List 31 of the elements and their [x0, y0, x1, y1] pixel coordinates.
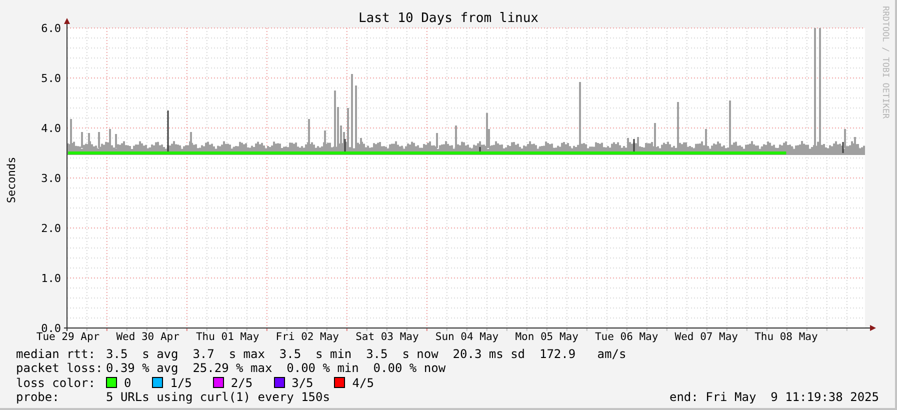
- axis-tick-label: Thu 08 May: [754, 331, 818, 343]
- legend-text: 4/5: [352, 376, 374, 390]
- legend-text: 2/5: [230, 376, 253, 390]
- axis-tick-label: Fri 02 May: [276, 331, 339, 343]
- legend-label: median rtt:: [16, 347, 96, 362]
- axis-tick-label: 2.0: [41, 222, 61, 235]
- axis-tick-label: Wed 30 Apr: [116, 331, 180, 343]
- chart-title: Last 10 Days from linux: [358, 11, 538, 26]
- axis-tick-label: 1.0: [41, 272, 61, 285]
- axis-title: Seconds: [5, 156, 18, 204]
- axis-tick-label: 5.0: [41, 72, 61, 85]
- end-time: end: Fri May 9 11:19:38 2025: [669, 390, 879, 404]
- legend-text: 3/5: [292, 376, 314, 390]
- legend-text: 1/5: [170, 376, 192, 390]
- legend-label: loss color:: [16, 376, 96, 390]
- legend-text: 5 URLs using curl(1) every 150s: [106, 390, 330, 404]
- axis-tick-label: Tue 06 May: [595, 331, 658, 343]
- axis-tick-label: 6.0: [41, 22, 61, 35]
- legend-text: 3.5 s avg 3.7 s max 3.5 s min 3.5 s now 20.3 ms sd 172.9 am/s: [106, 347, 626, 362]
- axis-tick-label: 4.0: [41, 122, 61, 135]
- axis-tick-label: Thu 01 May: [196, 331, 260, 343]
- legend-text: 0.39 % avg 25.29 % max 0.00 % min 0.00 % now: [106, 361, 446, 376]
- axis-tick-label: Mon 05 May: [515, 331, 578, 343]
- axis-tick-label: Sat 03 May: [356, 331, 419, 343]
- axis-tick-label: Wed 07 May: [674, 331, 738, 343]
- legend-label: probe:: [16, 390, 60, 404]
- legend-text: 0: [124, 376, 132, 390]
- axis-tick-label: 3.0: [41, 172, 61, 185]
- legend-label: packet loss:: [16, 361, 104, 376]
- axis-tick-label: Sun 04 May: [435, 331, 499, 343]
- credit-text: RRDTOOL / TOBI OETIKER: [880, 6, 890, 119]
